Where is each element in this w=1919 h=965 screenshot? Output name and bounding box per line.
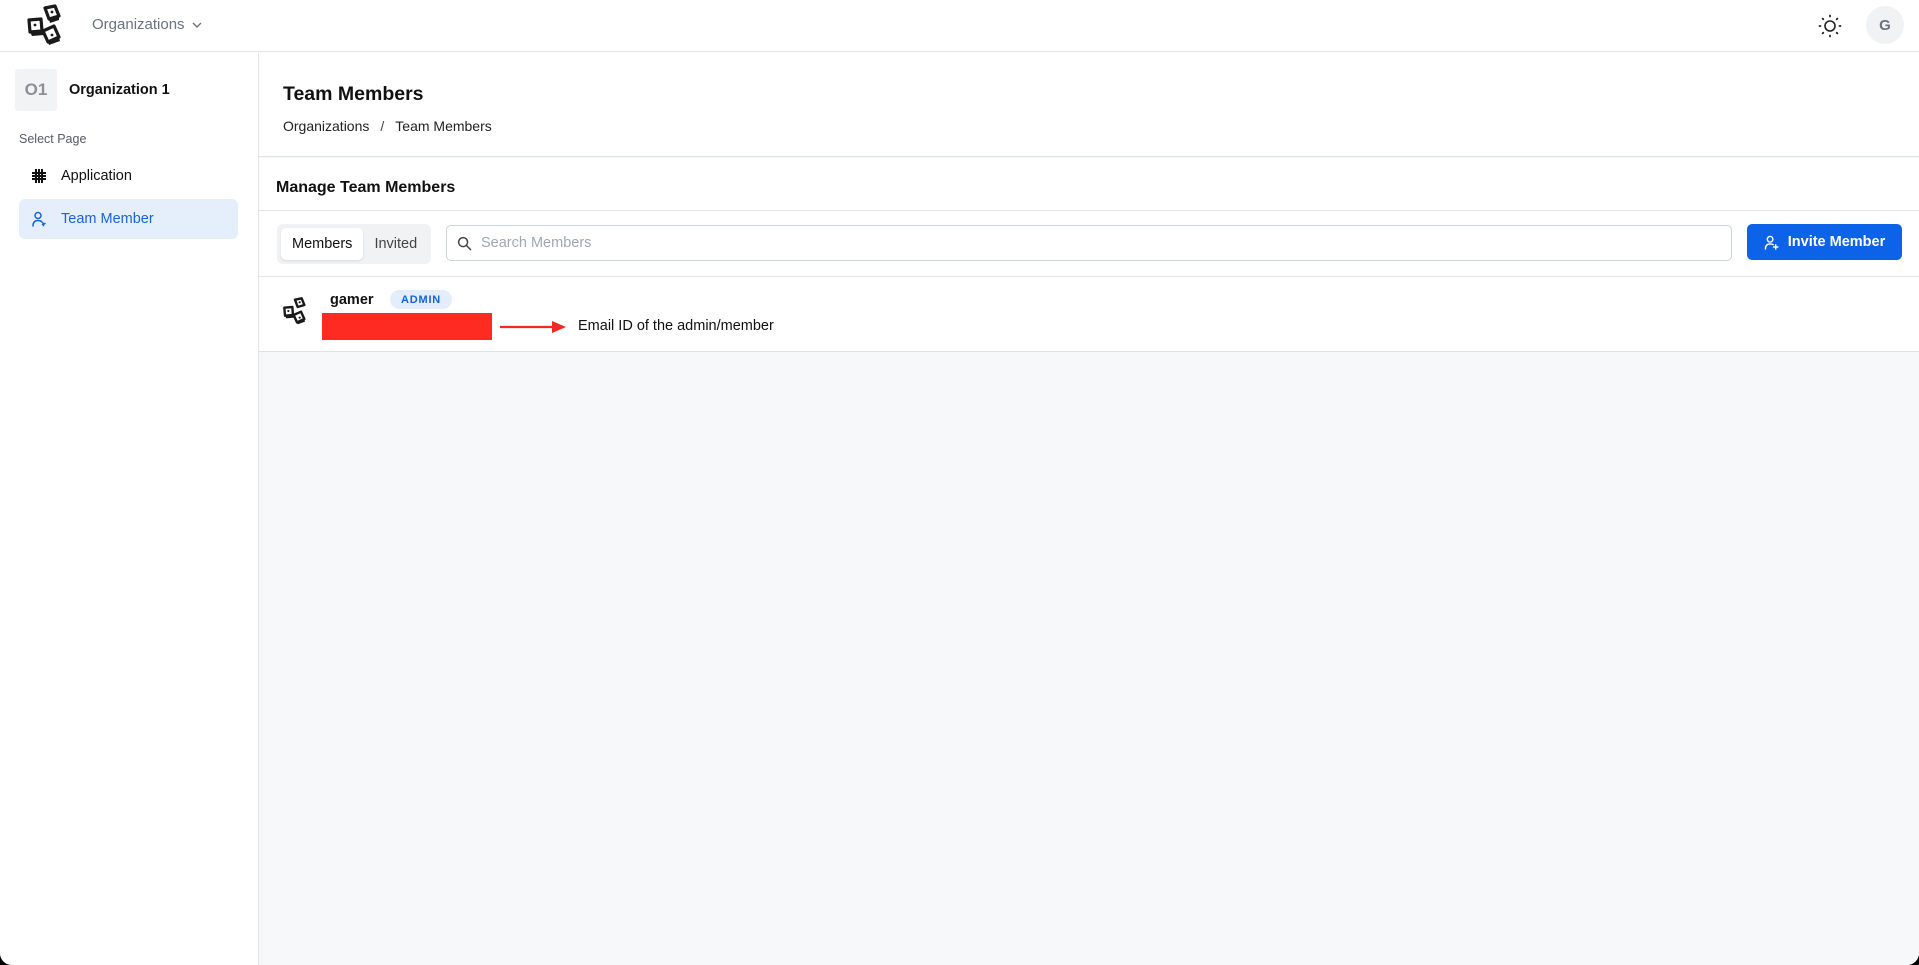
page-header: Team Members Organizations / Team Member…	[259, 53, 1919, 157]
chevron-down-icon	[192, 22, 202, 28]
annotation-text: Email ID of the admin/member	[578, 318, 774, 334]
org-name: Organization 1	[69, 82, 170, 98]
divider	[259, 210, 1919, 211]
org-badge: O1	[15, 69, 57, 111]
current-organization[interactable]: O1 Organization 1	[15, 69, 170, 111]
member-name: gamer	[330, 292, 374, 308]
user-plus-icon	[1764, 235, 1779, 250]
grid-icon	[32, 169, 46, 183]
page-title: Team Members	[283, 83, 424, 105]
sidebar-item-application[interactable]: Application	[19, 156, 238, 196]
card-title: Manage Team Members	[276, 179, 456, 196]
redacted-email	[322, 313, 492, 340]
member-row: gamer ADMIN Email ID of the admin/member	[259, 277, 1919, 352]
member-tabs: Members Invited	[277, 224, 431, 264]
main-content: Team Members Organizations / Team Member…	[259, 53, 1919, 965]
breadcrumb-organizations[interactable]: Organizations	[283, 118, 369, 134]
sidebar-item-label: Team Member	[61, 211, 154, 227]
keycaps-logo-icon[interactable]	[26, 4, 64, 46]
search-field[interactable]	[446, 225, 1732, 261]
tab-members[interactable]: Members	[281, 228, 364, 260]
tab-invited[interactable]: Invited	[363, 228, 428, 260]
user-avatar[interactable]: G	[1866, 6, 1904, 44]
sidebar: O1 Organization 1 Select Page Applicatio…	[0, 53, 259, 965]
app-window: Organizations G O1 Organization 1 Select…	[0, 0, 1919, 965]
manage-team-members-card: Manage Team Members Members Invited Sear…	[259, 158, 1919, 352]
breadcrumb-separator: /	[380, 118, 385, 134]
top-header: Organizations G	[0, 0, 1919, 52]
invite-member-button[interactable]: Invite Member	[1747, 224, 1902, 260]
member-avatar-icon	[283, 297, 306, 325]
breadcrumb-team-members: Team Members	[395, 118, 492, 134]
select-page-label: Select Page	[19, 132, 87, 146]
organizations-dropdown[interactable]: Organizations	[92, 16, 203, 33]
search-icon	[457, 236, 472, 250]
breadcrumb: Organizations / Team Members	[283, 118, 492, 134]
organizations-dropdown-label: Organizations	[92, 16, 185, 33]
user-icon	[32, 211, 46, 227]
annotation-arrow-icon	[500, 321, 566, 333]
invite-member-label: Invite Member	[1787, 234, 1886, 250]
sun-icon[interactable]	[1816, 12, 1844, 40]
role-badge: ADMIN	[390, 290, 453, 309]
search-input[interactable]	[481, 235, 1731, 251]
sidebar-item-team-member[interactable]: Team Member	[19, 199, 238, 239]
sidebar-item-label: Application	[61, 168, 132, 184]
